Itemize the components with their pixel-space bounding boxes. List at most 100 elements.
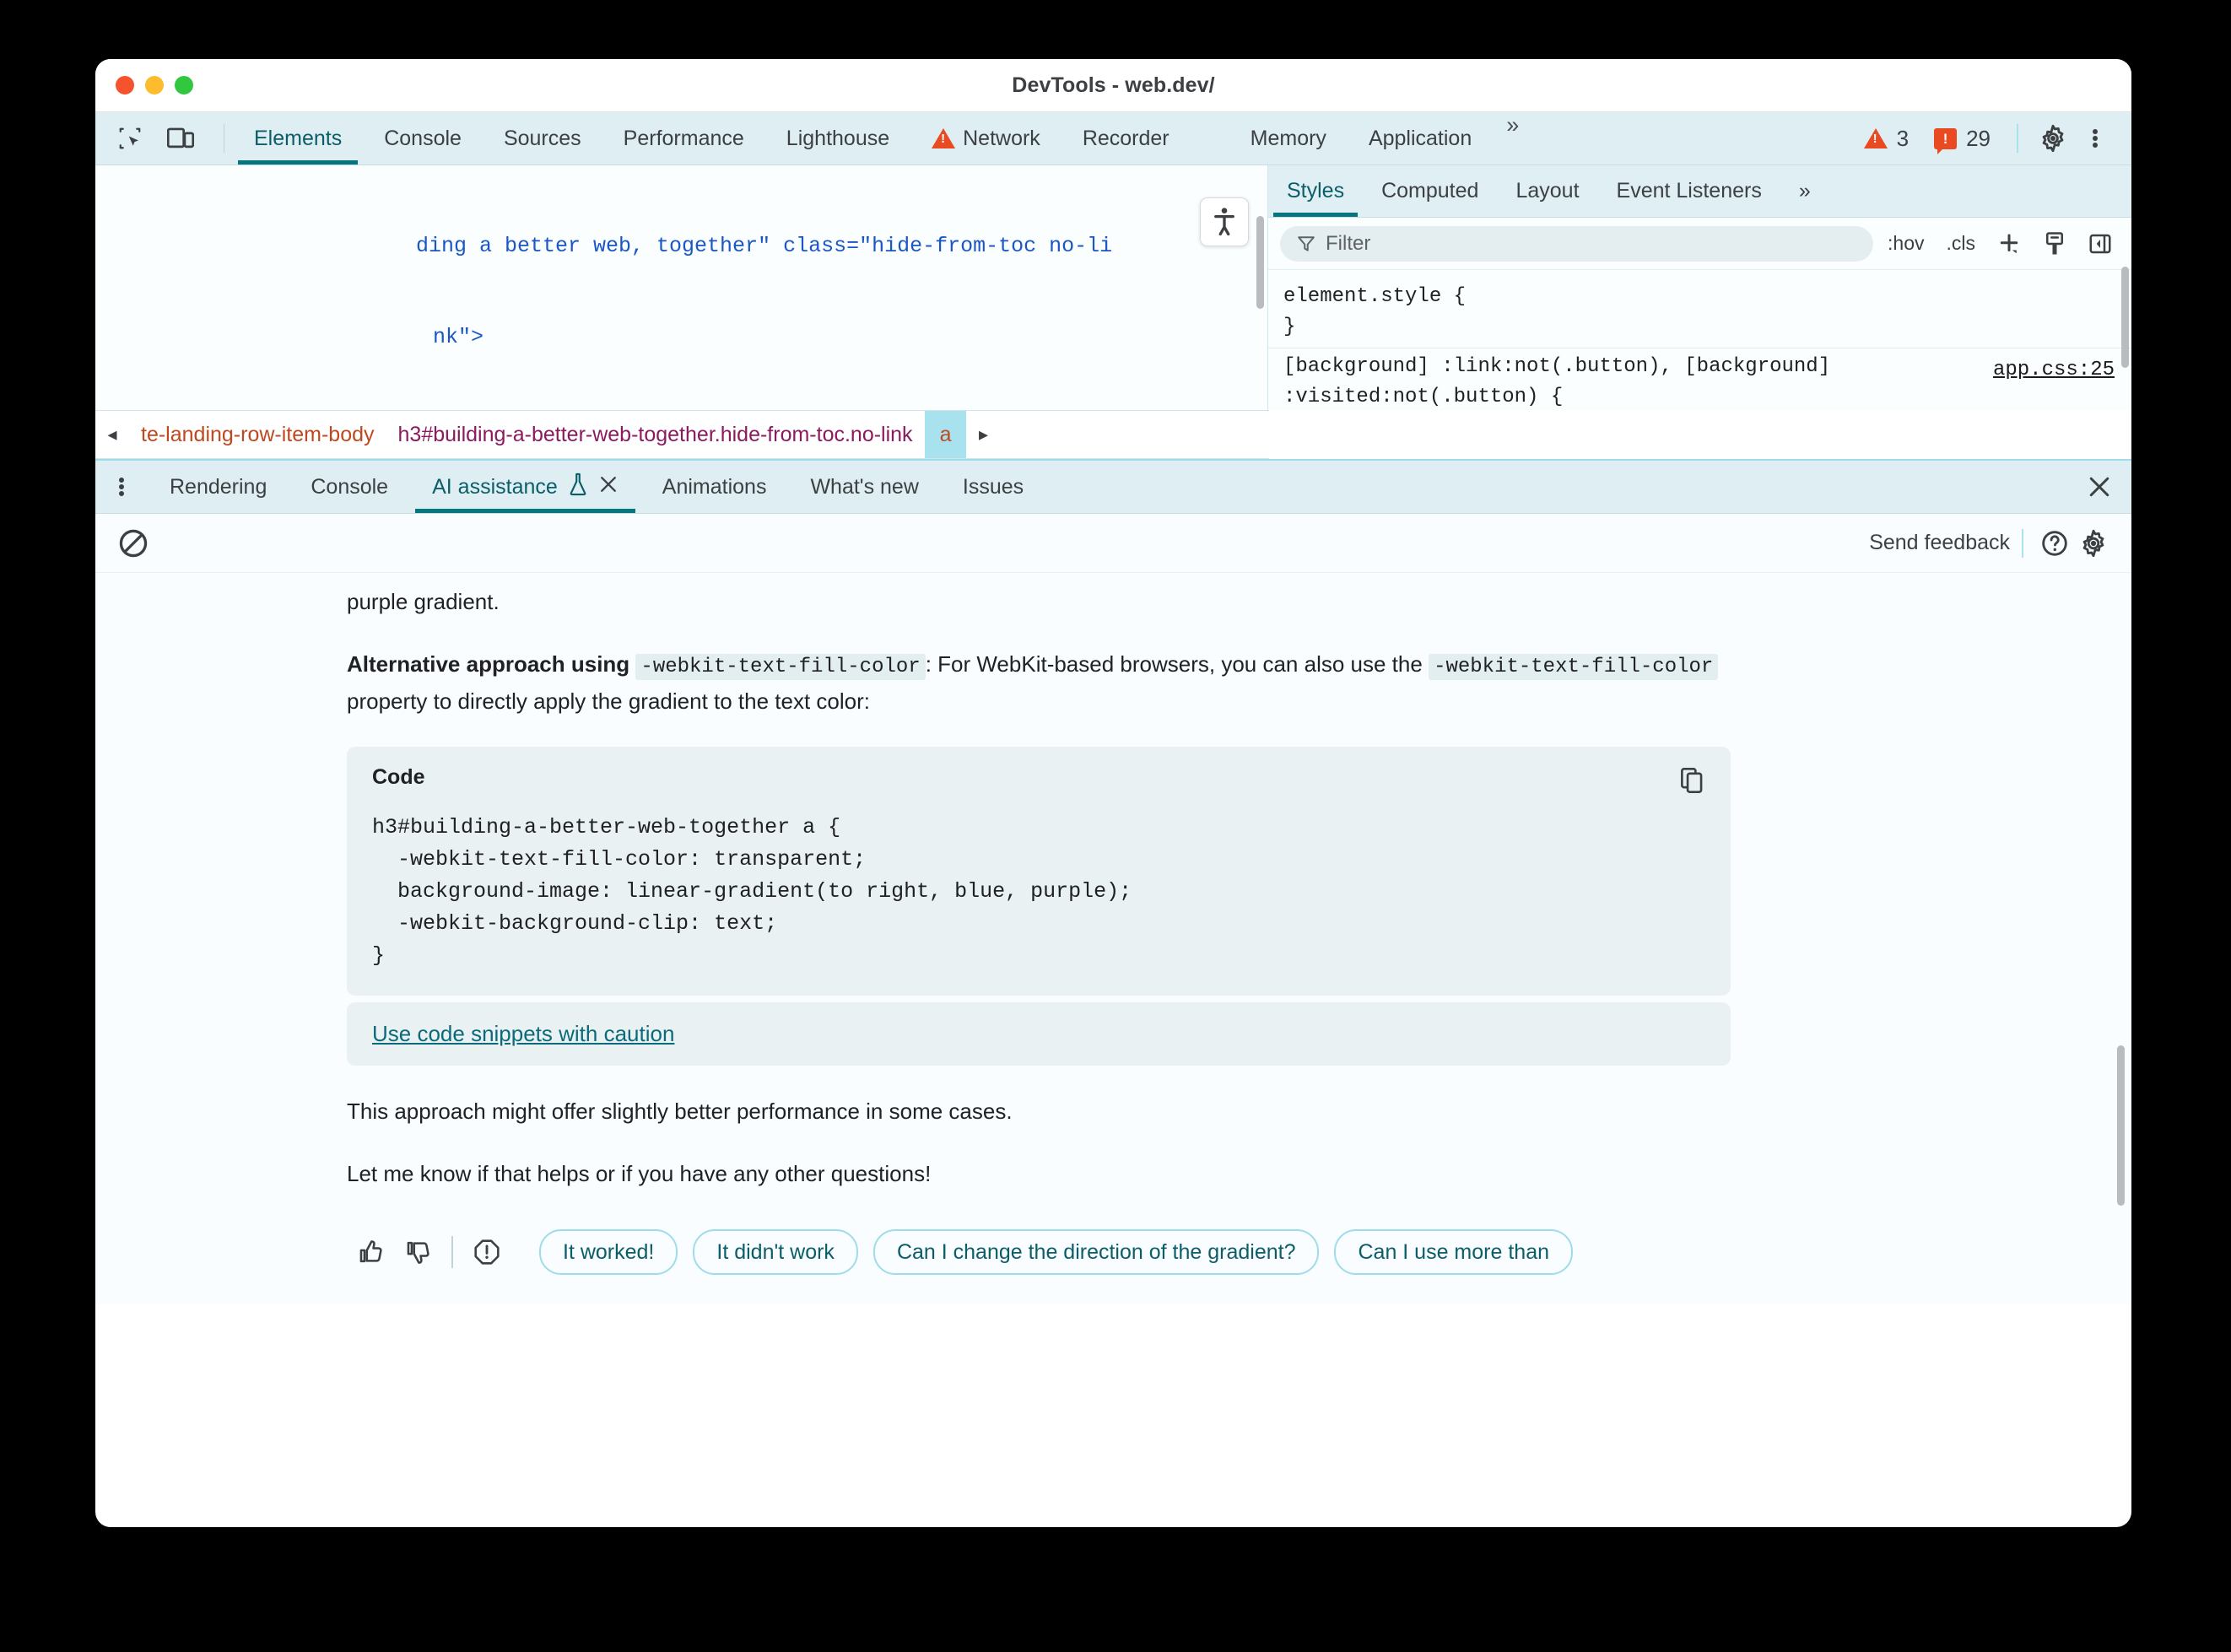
gear-icon[interactable] bbox=[2034, 119, 2072, 158]
drawer-tab-bar: Rendering Console AI assistance Animatio… bbox=[95, 461, 2131, 514]
tab-lighthouse[interactable]: Lighthouse bbox=[765, 112, 910, 165]
code-card-code: h3#building-a-better-web-together a { -w… bbox=[372, 815, 1132, 968]
tab-event-listeners-label: Event Listeners bbox=[1616, 179, 1762, 202]
drawer-tab-issues[interactable]: Issues bbox=[941, 461, 1045, 513]
tab-computed[interactable]: Computed bbox=[1363, 165, 1497, 217]
gear-icon[interactable] bbox=[2074, 524, 2113, 563]
accessibility-icon[interactable] bbox=[1200, 197, 1249, 246]
tab-performance-label: Performance bbox=[623, 126, 744, 150]
elements-panel: ding a better web, together" class="hide… bbox=[95, 165, 2131, 410]
drawer-tab-ai-assistance[interactable]: AI assistance bbox=[410, 461, 640, 513]
toggle-hover-state-button[interactable]: :hov bbox=[1880, 232, 1931, 255]
suggestion-chip-use-more-than[interactable]: Can I use more than bbox=[1334, 1229, 1573, 1275]
dom-line[interactable]: nk"> bbox=[95, 322, 1267, 353]
send-feedback-cluster: Send feedback bbox=[1869, 524, 2113, 563]
tab-elements[interactable]: Elements bbox=[233, 112, 363, 165]
toggle-sidebar-icon[interactable] bbox=[2081, 224, 2120, 263]
code-caution-link[interactable]: Use code snippets with caution bbox=[372, 1021, 674, 1046]
tab-recorder-label: Recorder bbox=[1082, 126, 1170, 150]
tab-memory[interactable]: Memory bbox=[1229, 112, 1348, 165]
warning-count-button[interactable]: 3 bbox=[1853, 126, 1920, 152]
send-feedback-link[interactable]: Send feedback bbox=[1869, 531, 2010, 555]
styles-more-tabs-button[interactable]: » bbox=[1780, 165, 1829, 217]
alt-approach-tail: property to directly apply the gradient … bbox=[347, 688, 871, 714]
desktop-background: DevTools - web.dev/ Elements Console Sou… bbox=[0, 0, 2231, 1652]
drawer-menu-icon[interactable] bbox=[95, 461, 148, 513]
inspect-element-icon[interactable] bbox=[111, 119, 149, 158]
tab-sources[interactable]: Sources bbox=[483, 112, 602, 165]
kebab-menu-icon[interactable] bbox=[2076, 119, 2115, 158]
dom-line[interactable]: ding a better web, together" class="hide… bbox=[95, 231, 1267, 262]
css-rules-list: element.style { } app.css:25 [background… bbox=[1268, 270, 2131, 410]
tab-layout[interactable]: Layout bbox=[1497, 165, 1597, 217]
computed-styles-sidebar-icon[interactable] bbox=[2035, 224, 2074, 263]
tab-styles[interactable]: Styles bbox=[1268, 165, 1363, 217]
alt-approach-bold: Alternative approach using bbox=[347, 651, 630, 677]
tab-console[interactable]: Console bbox=[363, 112, 483, 165]
thumb-down-icon[interactable] bbox=[394, 1230, 441, 1274]
drawer-close-button[interactable] bbox=[2067, 461, 2131, 513]
tab-styles-label: Styles bbox=[1287, 179, 1345, 202]
breadcrumb-item-a[interactable]: a bbox=[924, 411, 967, 458]
tab-application-label: Application bbox=[1368, 126, 1472, 150]
inline-code-token: -webkit-text-fill-color bbox=[635, 654, 926, 680]
css-selector[interactable]: [background] :link:not(.button), [backgr… bbox=[1283, 352, 2116, 382]
drawer-tab-console-label: Console bbox=[311, 474, 389, 499]
dom-line-text: ding a better web, together" class="hide… bbox=[416, 234, 1113, 258]
ai-chat-content: purple gradient. Alternative approach us… bbox=[95, 573, 2131, 1275]
help-circle-icon[interactable] bbox=[2035, 524, 2074, 563]
thumb-up-icon[interactable] bbox=[347, 1230, 394, 1274]
close-icon[interactable] bbox=[598, 474, 619, 500]
feedback-and-suggestions-row: It worked! It didn't work Can I change t… bbox=[347, 1219, 2064, 1275]
chat-scrollbar[interactable] bbox=[2117, 1045, 2125, 1206]
tab-performance[interactable]: Performance bbox=[602, 112, 765, 165]
breadcrumb-item-body[interactable]: te-landing-row-item-body bbox=[129, 423, 386, 447]
copy-icon[interactable] bbox=[1675, 764, 1709, 797]
breadcrumb-item-h3[interactable]: h3#building-a-better-web-together.hide-f… bbox=[386, 423, 925, 447]
toggle-class-button[interactable]: .cls bbox=[1939, 232, 1984, 255]
more-panels-button[interactable]: » bbox=[1493, 112, 1531, 165]
tab-recorder[interactable]: Recorder bbox=[1061, 112, 1191, 165]
css-rule-link[interactable]: app.css:25 [background] :link:not(.butto… bbox=[1268, 348, 2131, 410]
tab-computed-label: Computed bbox=[1381, 179, 1479, 202]
device-toolbar-icon[interactable] bbox=[161, 119, 200, 158]
breadcrumb-scroll-right[interactable]: ▸ bbox=[966, 424, 1000, 445]
drawer-tab-animations[interactable]: Animations bbox=[640, 461, 789, 513]
dom-tree[interactable]: ding a better web, together" class="hide… bbox=[95, 165, 1268, 410]
error-count-label: 29 bbox=[1966, 125, 1991, 151]
filter-placeholder: Filter bbox=[1326, 231, 1371, 255]
dom-tree-scrollbar[interactable] bbox=[1256, 216, 1264, 309]
drawer-tab-whats-new[interactable]: What's new bbox=[788, 461, 940, 513]
ai-assistance-toolbar: Send feedback bbox=[95, 514, 2131, 573]
report-issue-icon[interactable] bbox=[463, 1230, 510, 1274]
suggestion-chip-it-didnt-work[interactable]: It didn't work bbox=[693, 1229, 858, 1275]
drawer-tab-console[interactable]: Console bbox=[289, 461, 410, 513]
tab-network[interactable]: Network bbox=[910, 112, 1061, 165]
error-count-button[interactable]: ! 29 bbox=[1923, 125, 2001, 154]
drawer-tab-rendering[interactable]: Rendering bbox=[148, 461, 289, 513]
styles-scrollbar[interactable] bbox=[2121, 267, 2129, 368]
styles-more-tabs-label: » bbox=[1798, 179, 1811, 202]
warning-triangle-icon bbox=[932, 128, 956, 148]
css-source-link[interactable]: app.css:25 bbox=[1993, 355, 2115, 386]
tab-layout-label: Layout bbox=[1515, 179, 1580, 202]
suggestion-chip-change-direction[interactable]: Can I change the direction of the gradie… bbox=[872, 1229, 1320, 1275]
tab-event-listeners[interactable]: Event Listeners bbox=[1598, 165, 1780, 217]
tab-application[interactable]: Application bbox=[1348, 112, 1493, 165]
css-selector[interactable]: element.style { bbox=[1283, 282, 2116, 312]
new-style-rule-icon[interactable] bbox=[1990, 224, 2028, 263]
breadcrumb: ◂ te-landing-row-item-body h3#building-a… bbox=[95, 410, 1269, 459]
no-entry-clear-icon[interactable] bbox=[114, 524, 153, 563]
drawer-tab-whats-new-label: What's new bbox=[810, 474, 919, 499]
suggestion-chip-it-worked[interactable]: It worked! bbox=[539, 1229, 678, 1275]
drawer-tab-rendering-label: Rendering bbox=[170, 474, 267, 499]
error-badge-icon: ! bbox=[1934, 127, 1958, 154]
filter-input[interactable]: Filter bbox=[1280, 225, 1874, 262]
feedback-divider bbox=[451, 1236, 453, 1268]
breadcrumb-scroll-left[interactable]: ◂ bbox=[95, 424, 129, 445]
styles-sidebar-tabs: Styles Computed Layout Event Listeners » bbox=[1268, 165, 2131, 218]
css-selector-line2[interactable]: :visited:not(.button) { bbox=[1283, 382, 2116, 410]
css-rule-element-style[interactable]: element.style { } bbox=[1268, 278, 2131, 348]
toolbar-divider bbox=[2022, 528, 2023, 558]
devtools-window: DevTools - web.dev/ Elements Console Sou… bbox=[95, 59, 2131, 1527]
